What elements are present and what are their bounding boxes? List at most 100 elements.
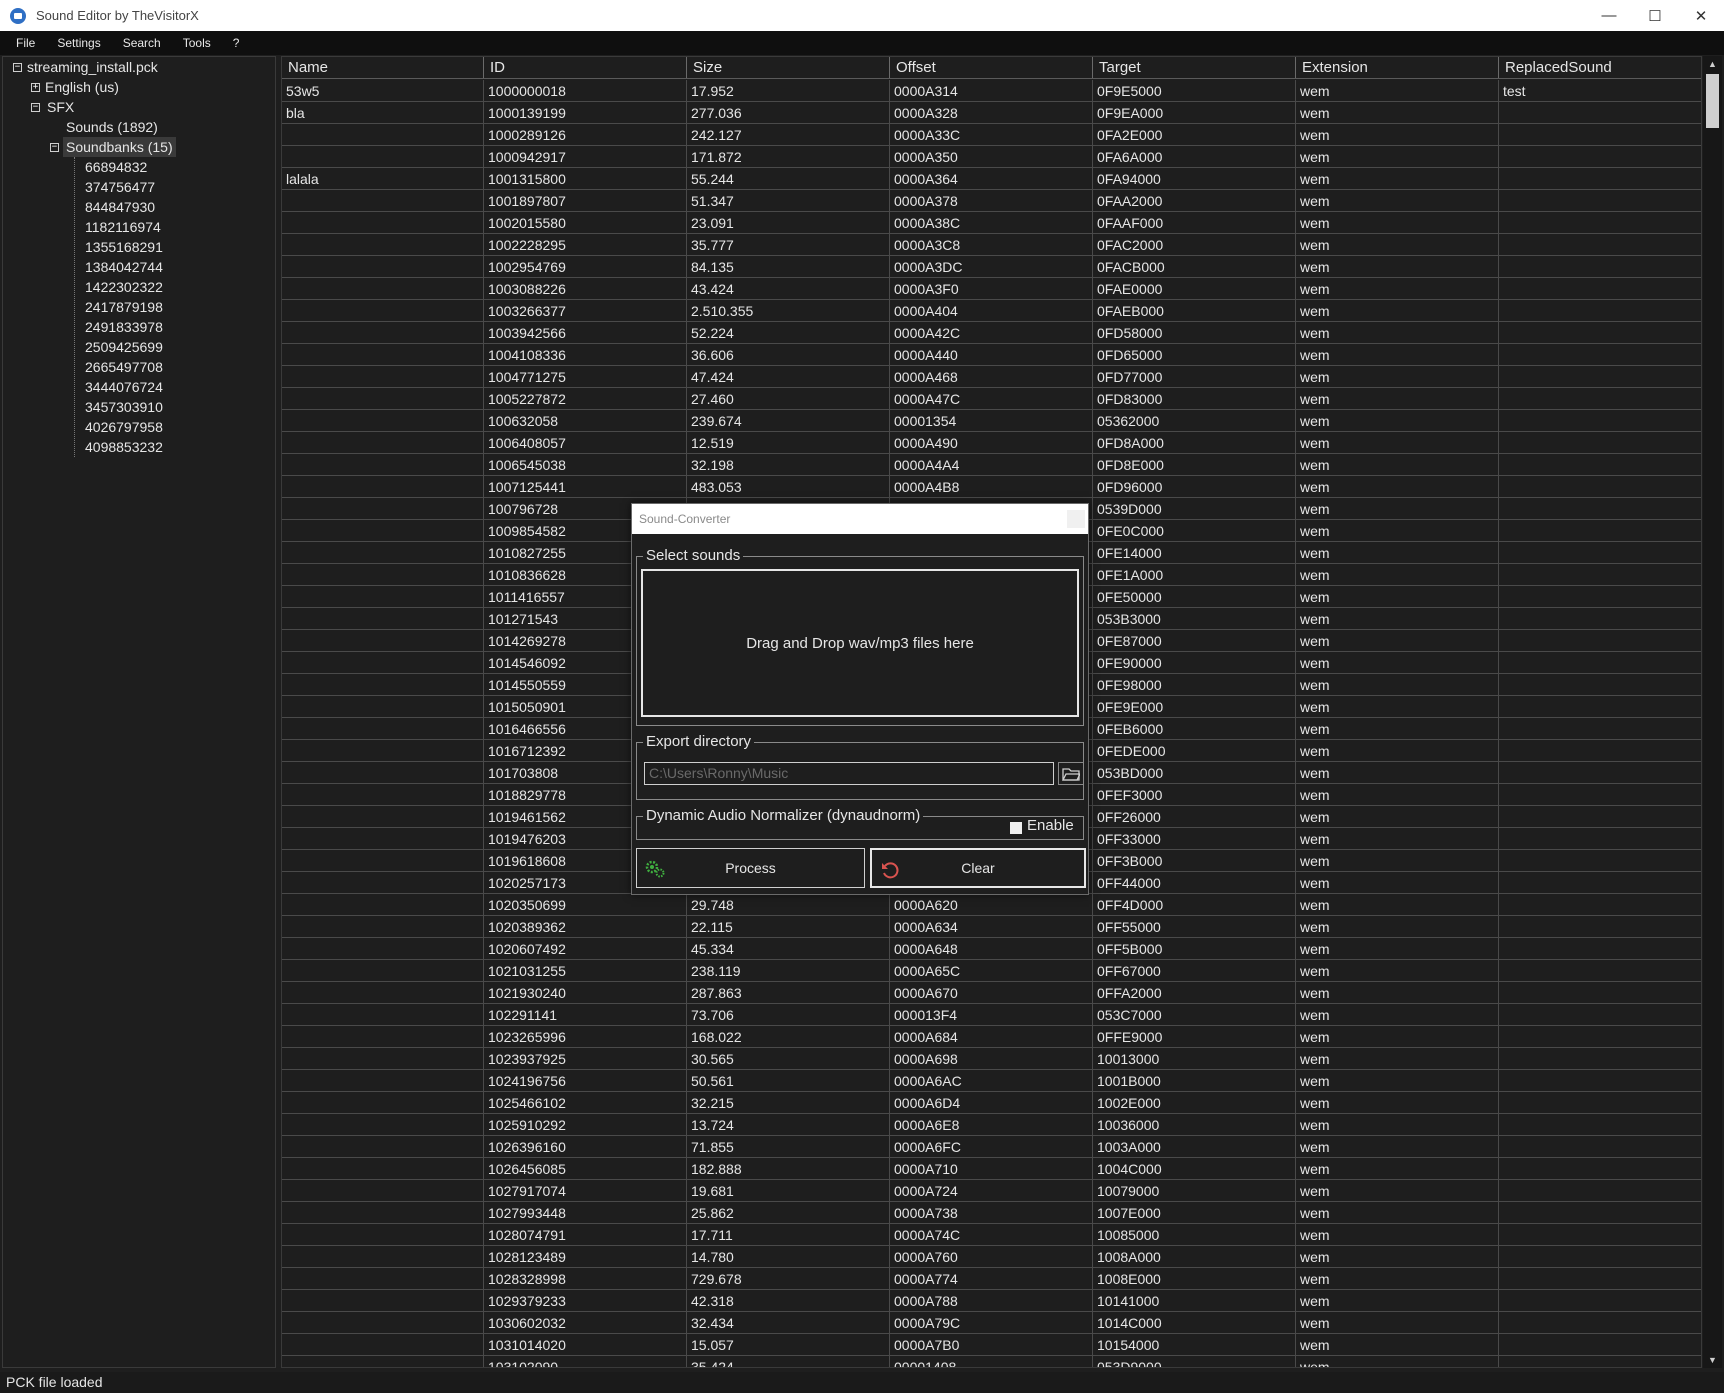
tree-soundbank[interactable]: 374756477 [85, 177, 155, 197]
table-row[interactable]: 1020607492 45.334 0000A648 0FF5B000 wem [282, 938, 1701, 960]
tree-soundbank[interactable]: 4026797958 [85, 417, 163, 437]
table-row[interactable]: 1024196756 50.561 0000A6AC 1001B000 wem [282, 1070, 1701, 1092]
collapse-icon[interactable]: − [50, 143, 59, 152]
table-row[interactable]: 1021031255 238.119 0000A65C 0FF67000 wem [282, 960, 1701, 982]
table-row[interactable]: 1025910292 13.724 0000A6E8 10036000 wem [282, 1114, 1701, 1136]
table-row[interactable]: 1005227872 27.460 0000A47C 0FD83000 wem [282, 388, 1701, 410]
tree-english[interactable]: English (us) [45, 77, 119, 97]
column-header[interactable]: Offset [890, 57, 1093, 78]
table-row[interactable]: 1027993448 25.862 0000A738 1007E000 wem [282, 1202, 1701, 1224]
table-row[interactable]: 1003942566 52.224 0000A42C 0FD58000 wem [282, 322, 1701, 344]
collapse-icon[interactable]: − [13, 63, 22, 72]
tree-soundbank[interactable]: 2665497708 [85, 357, 163, 377]
table-row[interactable]: 1030602032 32.434 0000A79C 1014C000 wem [282, 1312, 1701, 1334]
table-cell: 242.127 [687, 124, 890, 145]
table-row[interactable]: 1021930240 287.863 0000A670 0FFA2000 wem [282, 982, 1701, 1004]
table-row[interactable]: 1000289126 242.127 0000A33C 0FA2E000 wem [282, 124, 1701, 146]
table-row[interactable]: 1002954769 84.135 0000A3DC 0FACB000 wem [282, 256, 1701, 278]
close-button[interactable]: ✕ [1678, 0, 1724, 31]
table-row[interactable]: 1026456085 182.888 0000A710 1004C000 wem [282, 1158, 1701, 1180]
column-header[interactable]: Extension [1296, 57, 1499, 78]
menu-help[interactable]: ? [225, 36, 254, 50]
scroll-thumb[interactable] [1706, 74, 1719, 128]
table-row[interactable]: 1007125441 483.053 0000A4B8 0FD96000 wem [282, 476, 1701, 498]
table-row[interactable]: 1020389362 22.115 0000A634 0FF55000 wem [282, 916, 1701, 938]
table-row[interactable]: 1023265996 168.022 0000A684 0FFE9000 wem [282, 1026, 1701, 1048]
table-row[interactable]: 1028074791 17.711 0000A74C 10085000 wem [282, 1224, 1701, 1246]
menu-settings[interactable]: Settings [49, 36, 114, 50]
column-header[interactable]: Name [282, 57, 484, 78]
table-cell: wem [1296, 278, 1499, 299]
table-row[interactable]: 102291141 73.706 000013F4 053C7000 wem [282, 1004, 1701, 1026]
table-row[interactable]: 1002228295 35.777 0000A3C8 0FAC2000 wem [282, 234, 1701, 256]
tree-soundbank[interactable]: 66894832 [85, 157, 147, 177]
tree-soundbank[interactable]: 3457303910 [85, 397, 163, 417]
menu-search[interactable]: Search [115, 36, 175, 50]
table-row[interactable]: bla 1000139199 277.036 0000A328 0F9EA000 wem [282, 102, 1701, 124]
table-row[interactable]: 1025466102 32.215 0000A6D4 1002E000 wem [282, 1092, 1701, 1114]
table-cell: 0FFE9000 [1093, 1026, 1296, 1047]
column-header[interactable]: Size [687, 57, 890, 78]
table-row[interactable]: 100632058 239.674 00001354 05362000 wem [282, 410, 1701, 432]
table-cell: 168.022 [687, 1026, 890, 1047]
column-header[interactable]: ID [484, 57, 687, 78]
table-row[interactable]: 1006408057 12.519 0000A490 0FD8A000 wem [282, 432, 1701, 454]
table-cell [1499, 652, 1701, 673]
table-cell [1499, 256, 1701, 277]
tree-root[interactable]: streaming_install.pck [27, 57, 158, 77]
table-row[interactable]: 1020350699 29.748 0000A620 0FF4D000 wem [282, 894, 1701, 916]
tree-soundbanks[interactable]: Soundbanks (15) [63, 137, 176, 157]
table-cell [1499, 520, 1701, 541]
tree-soundbank[interactable]: 844847930 [85, 197, 155, 217]
scroll-down-icon[interactable]: ▼ [1703, 1352, 1722, 1368]
tree-soundbank[interactable]: 1384042744 [85, 257, 163, 277]
minimize-button[interactable]: — [1586, 0, 1632, 31]
table-row[interactable]: 1028328998 729.678 0000A774 1008E000 wem [282, 1268, 1701, 1290]
tree-sfx[interactable]: SFX [47, 97, 74, 117]
table-cell [1499, 806, 1701, 827]
table-row[interactable]: 1003266377 2.510.355 0000A404 0FAEB000 wem [282, 300, 1701, 322]
tree-soundbank[interactable]: 2491833978 [85, 317, 163, 337]
table-row[interactable]: 1031014020 15.057 0000A7B0 10154000 wem [282, 1334, 1701, 1356]
column-header[interactable]: ReplacedSound [1499, 57, 1701, 78]
tree-soundbank[interactable]: 2509425699 [85, 337, 163, 357]
column-header[interactable]: Target [1093, 57, 1296, 78]
enable-checkbox[interactable] [1010, 822, 1022, 834]
dialog-close-button[interactable] [1067, 510, 1085, 528]
table-row[interactable]: 1006545038 32.198 0000A4A4 0FD8E000 wem [282, 454, 1701, 476]
tree-soundbank[interactable]: 1422302322 [85, 277, 163, 297]
expand-icon[interactable]: + [31, 83, 40, 92]
table-row[interactable]: 1003088226 43.424 0000A3F0 0FAE0000 wem [282, 278, 1701, 300]
tree-soundbank[interactable]: 1355168291 [85, 237, 163, 257]
tree-sounds[interactable]: Sounds (1892) [66, 117, 158, 137]
menu-file[interactable]: File [8, 36, 49, 50]
scroll-up-icon[interactable]: ▲ [1703, 56, 1722, 72]
table-row[interactable]: 1000942917 171.872 0000A350 0FA6A000 wem [282, 146, 1701, 168]
clear-button[interactable]: Clear [870, 848, 1086, 888]
tree-soundbank[interactable]: 3444076724 [85, 377, 163, 397]
table-row[interactable]: 1023937925 30.565 0000A698 10013000 wem [282, 1048, 1701, 1070]
table-row[interactable]: 103102090 35.424 00001408 053D9000 wem [282, 1356, 1701, 1367]
export-directory-input[interactable]: C:\Users\Ronny\Music [644, 762, 1054, 785]
tree-soundbank[interactable]: 4098853232 [85, 437, 163, 457]
collapse-icon[interactable]: − [31, 103, 40, 112]
tree-soundbank[interactable]: 2417879198 [85, 297, 163, 317]
tree-soundbank[interactable]: 1182116974 [85, 217, 161, 237]
table-row[interactable]: 1004108336 36.606 0000A440 0FD65000 wem [282, 344, 1701, 366]
table-row[interactable]: 53w5 1000000018 17.952 0000A314 0F9E5000 wem t… [282, 80, 1701, 102]
maximize-button[interactable]: ☐ [1632, 0, 1678, 31]
table-row[interactable]: 1028123489 14.780 0000A760 1008A000 wem [282, 1246, 1701, 1268]
table-row[interactable]: 1026396160 71.855 0000A6FC 1003A000 wem [282, 1136, 1701, 1158]
table-row[interactable]: 1004771275 47.424 0000A468 0FD77000 wem [282, 366, 1701, 388]
file-tree[interactable]: − streaming_install.pck + English (us) −… [2, 56, 276, 1368]
menu-tools[interactable]: Tools [175, 36, 225, 50]
vertical-scrollbar[interactable]: ▲ ▼ [1703, 56, 1722, 1368]
process-button[interactable]: Process [636, 848, 865, 888]
table-row[interactable]: 1002015580 23.091 0000A38C 0FAAF000 wem [282, 212, 1701, 234]
table-row[interactable]: lalala 1001315800 55.244 0000A364 0FA94000 we… [282, 168, 1701, 190]
browse-folder-button[interactable] [1058, 762, 1084, 785]
table-row[interactable]: 1029379233 42.318 0000A788 10141000 wem [282, 1290, 1701, 1312]
table-row[interactable]: 1001897807 51.347 0000A378 0FAA2000 wem [282, 190, 1701, 212]
table-row[interactable]: 1027917074 19.681 0000A724 10079000 wem [282, 1180, 1701, 1202]
drop-zone[interactable]: Drag and Drop wav/mp3 files here [641, 569, 1079, 717]
